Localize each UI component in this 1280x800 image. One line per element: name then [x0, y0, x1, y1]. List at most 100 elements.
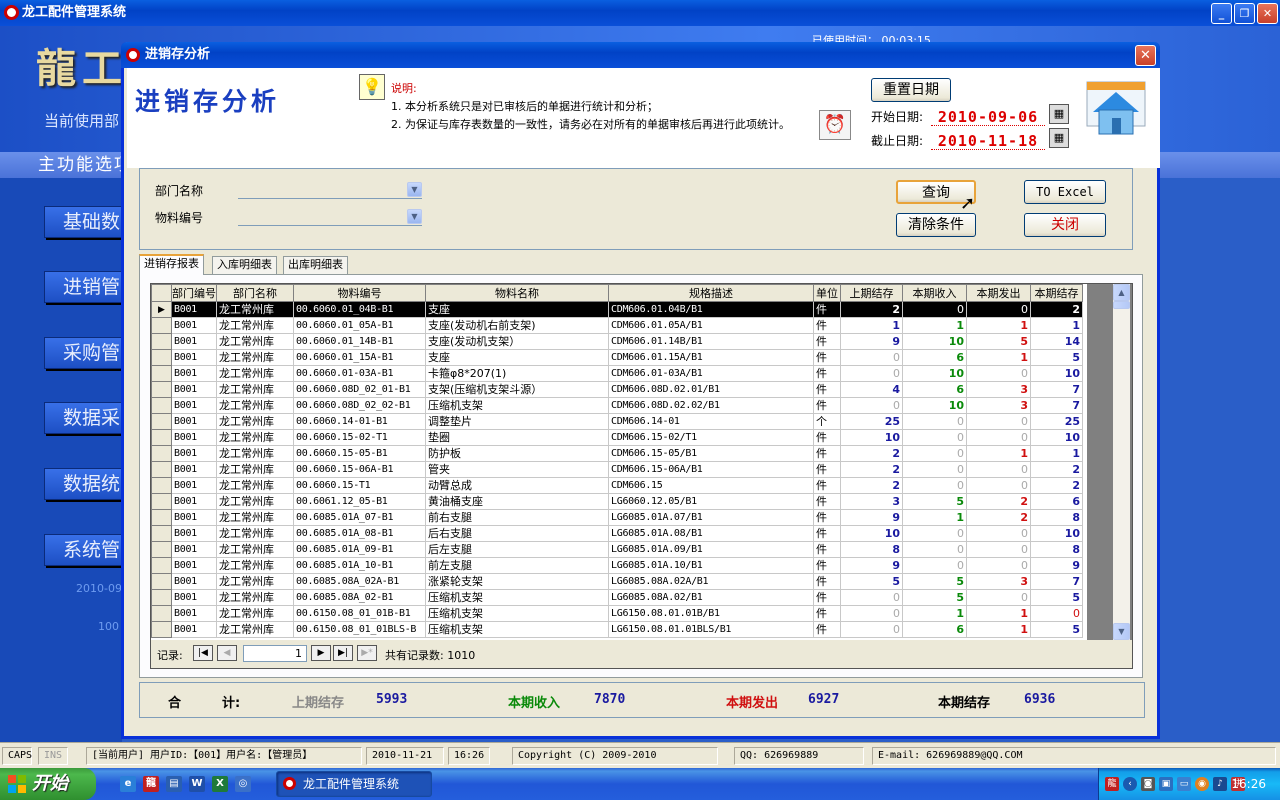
table-cell[interactable]: 1: [902, 317, 967, 334]
table-cell[interactable]: 0: [966, 461, 1031, 478]
col-header-dept-code[interactable]: 部门编号: [171, 284, 217, 302]
table-cell[interactable]: 9: [1030, 557, 1083, 574]
table-cell[interactable]: 龙工常州库: [216, 621, 294, 638]
table-cell[interactable]: B001: [171, 573, 217, 590]
table-cell[interactable]: 卡箍φ8*207(1): [425, 365, 609, 382]
table-cell[interactable]: 00.6060.01-03A-B1: [293, 365, 426, 382]
table-cell[interactable]: 0: [840, 397, 903, 414]
table-cell[interactable]: 0: [966, 589, 1031, 606]
row-header[interactable]: [151, 397, 172, 414]
table-cell[interactable]: 00.6085.01A_09-B1: [293, 541, 426, 558]
table-cell[interactable]: 个: [813, 413, 841, 430]
table-cell[interactable]: 件: [813, 461, 841, 478]
current-row-indicator-icon[interactable]: ▶: [151, 301, 172, 318]
table-cell[interactable]: 4: [840, 381, 903, 398]
table-cell[interactable]: 龙工常州库: [216, 381, 294, 398]
row-header[interactable]: [151, 413, 172, 430]
table-cell[interactable]: 龙工常州库: [216, 461, 294, 478]
table-cell[interactable]: 00.6085.01A_08-B1: [293, 525, 426, 542]
table-cell[interactable]: B001: [171, 381, 217, 398]
table-cell[interactable]: 件: [813, 317, 841, 334]
table-cell[interactable]: B001: [171, 397, 217, 414]
col-header-out[interactable]: 本期发出: [966, 284, 1031, 302]
table-cell[interactable]: 龙工常州库: [216, 333, 294, 350]
table-cell[interactable]: 1: [902, 509, 967, 526]
table-cell[interactable]: 1: [966, 605, 1031, 622]
table-cell[interactable]: 00.6085.08A_02-B1: [293, 589, 426, 606]
table-cell[interactable]: 10: [1030, 429, 1083, 446]
row-header[interactable]: [151, 525, 172, 542]
table-row[interactable]: B001 龙工常州库 00.6060.01_14B-B1 支座(发动机支架） CDM60…: [151, 333, 1083, 350]
table-cell[interactable]: 8: [1030, 541, 1083, 558]
table-row[interactable]: B001 龙工常州库 00.6060.15-02-T1 垫圈 CDM606.15-02/…: [151, 429, 1083, 446]
table-cell[interactable]: 件: [813, 365, 841, 382]
table-cell[interactable]: LG6085.01A.08/B1: [608, 525, 814, 542]
table-cell[interactable]: 0: [840, 605, 903, 622]
table-cell[interactable]: 2: [840, 477, 903, 494]
table-cell[interactable]: 00.6085.01A_07-B1: [293, 509, 426, 526]
table-cell[interactable]: 00.6060.14-01-B1: [293, 413, 426, 430]
minimize-button[interactable]: _: [1211, 3, 1232, 24]
table-cell[interactable]: 件: [813, 397, 841, 414]
table-cell[interactable]: 3: [966, 397, 1031, 414]
start-button[interactable]: 开始: [0, 768, 96, 800]
table-cell[interactable]: 压缩机支架: [425, 397, 609, 414]
table-cell[interactable]: 00.6060.08D_02_02-B1: [293, 397, 426, 414]
table-cell[interactable]: 1: [840, 317, 903, 334]
table-cell[interactable]: 0: [902, 557, 967, 574]
table-cell[interactable]: 支架(压缩机支架斗源）: [425, 381, 609, 398]
table-cell[interactable]: 9: [840, 333, 903, 350]
table-cell[interactable]: 件: [813, 557, 841, 574]
row-header[interactable]: [151, 541, 172, 558]
table-cell[interactable]: 件: [813, 429, 841, 446]
row-header[interactable]: [151, 461, 172, 478]
table-cell[interactable]: 2: [966, 493, 1031, 510]
scroll-down-icon[interactable]: ▼: [1113, 623, 1130, 640]
table-cell[interactable]: 14: [1030, 333, 1083, 350]
row-header[interactable]: [151, 333, 172, 350]
table-cell[interactable]: 防护板: [425, 445, 609, 462]
table-cell[interactable]: 9: [840, 509, 903, 526]
table-cell[interactable]: 7: [1030, 397, 1083, 414]
table-cell[interactable]: 龙工常州库: [216, 317, 294, 334]
table-cell[interactable]: B001: [171, 605, 217, 622]
table-cell[interactable]: 5: [902, 493, 967, 510]
table-row[interactable]: B001 龙工常州库 00.6060.01-03A-B1 卡箍φ8*207(1) CDM…: [151, 365, 1083, 382]
table-cell[interactable]: 00.6060.15-T1: [293, 477, 426, 494]
table-cell[interactable]: 龙工常州库: [216, 525, 294, 542]
maximize-button[interactable]: ❐: [1234, 3, 1255, 24]
tray-camera-icon[interactable]: ◙: [1141, 777, 1155, 791]
table-cell[interactable]: LG6150.08.01.01BLS/B1: [608, 621, 814, 638]
table-row[interactable]: B001 龙工常州库 00.6060.01_05A-B1 支座(发动机右前支架) CDM…: [151, 317, 1083, 334]
table-cell[interactable]: 1: [1030, 445, 1083, 462]
dept-select[interactable]: ▼: [238, 182, 422, 199]
table-cell[interactable]: CDM606.15-06A/B1: [608, 461, 814, 478]
table-cell[interactable]: LG6085.08A.02A/B1: [608, 573, 814, 590]
excel-button[interactable]: TO Excel: [1024, 180, 1106, 204]
prev-record-button[interactable]: ◀: [217, 645, 237, 661]
table-cell[interactable]: 00.6060.01_15A-B1: [293, 349, 426, 366]
table-cell[interactable]: B001: [171, 509, 217, 526]
table-cell[interactable]: 前左支腿: [425, 557, 609, 574]
table-row[interactable]: B001 龙工常州库 00.6085.01A_10-B1 前左支腿 LG6085.01A…: [151, 557, 1083, 574]
table-cell[interactable]: 压缩机支架: [425, 605, 609, 622]
row-header[interactable]: [151, 365, 172, 382]
table-cell[interactable]: 00.6060.01_04B-B1: [293, 301, 426, 318]
table-cell[interactable]: 00.6061.12_05-B1: [293, 493, 426, 510]
table-cell[interactable]: 前右支腿: [425, 509, 609, 526]
table-cell[interactable]: 25: [1030, 413, 1083, 430]
table-cell[interactable]: 2: [840, 461, 903, 478]
table-cell[interactable]: 动臂总成: [425, 477, 609, 494]
table-row[interactable]: B001 龙工常州库 00.6150.08_01_01B-B1 压缩机支架 LG6150…: [151, 605, 1083, 622]
row-header[interactable]: [151, 349, 172, 366]
table-cell[interactable]: CDM606.08D.02.02/B1: [608, 397, 814, 414]
table-cell[interactable]: 件: [813, 621, 841, 638]
table-cell[interactable]: 龙工常州库: [216, 349, 294, 366]
table-cell[interactable]: B001: [171, 541, 217, 558]
table-cell[interactable]: 2: [966, 509, 1031, 526]
next-record-button[interactable]: ▶: [311, 645, 331, 661]
taskbar-app-item[interactable]: 龙工配件管理系统: [276, 771, 432, 797]
table-cell[interactable]: B001: [171, 301, 217, 318]
table-cell[interactable]: 后左支腿: [425, 541, 609, 558]
row-header[interactable]: [151, 557, 172, 574]
